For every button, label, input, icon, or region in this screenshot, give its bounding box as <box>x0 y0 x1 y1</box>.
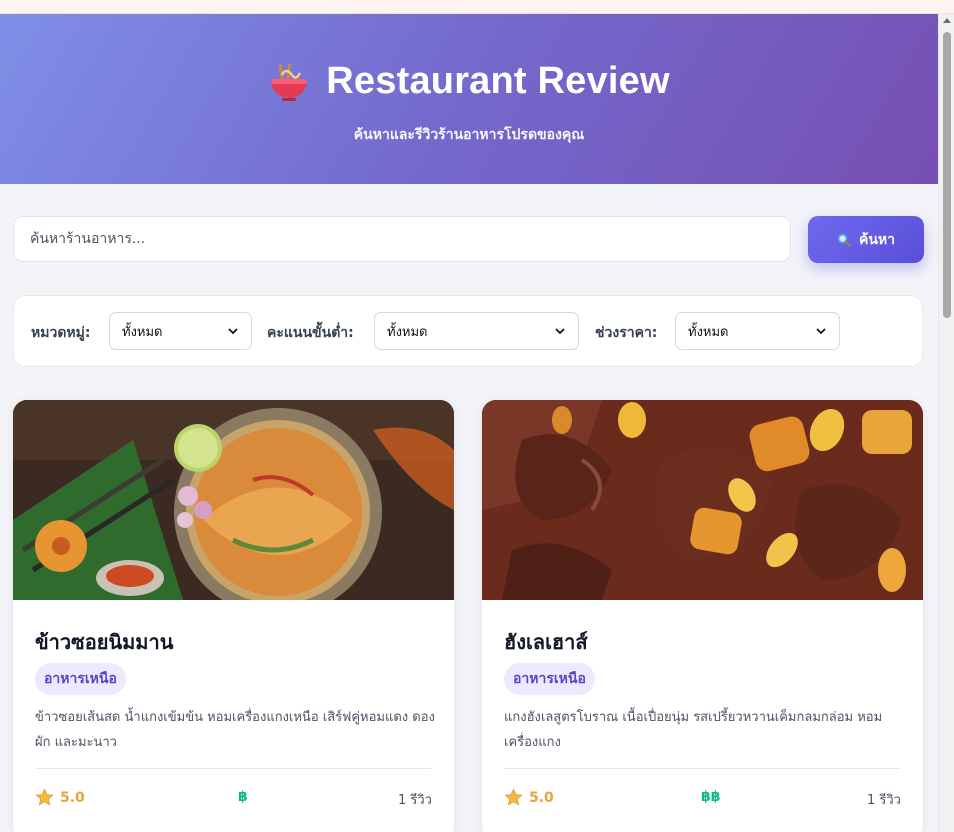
card-divider <box>504 768 900 769</box>
page-viewport: Restaurant Review ค้นหาและรีวิวร้านอาหาร… <box>0 14 938 832</box>
search-input[interactable] <box>13 216 791 262</box>
star-icon <box>504 788 523 806</box>
price-range-select-value: ทั้งหมด <box>688 324 729 340</box>
category-badge: อาหารเหนือ <box>35 663 126 695</box>
khao-soi-photo <box>13 400 454 600</box>
price-range-select[interactable]: ทั้งหมด <box>675 312 840 350</box>
min-rating-select-value: ทั้งหมด <box>387 324 428 340</box>
review-count: 1 รีวิว <box>867 793 901 808</box>
restaurant-description: ข้าวซอยเส้นสด น้ำแกงเข้มข้น หอมเครื่องแก… <box>35 710 435 750</box>
restaurant-name: ฮังเลเฮาส์ <box>504 630 588 654</box>
restaurant-card[interactable]: ฮังเลเฮาส์ อาหารเหนือ แกงฮังเลสูตรโบราณ … <box>482 400 923 832</box>
price-level: ฿฿ <box>701 789 721 805</box>
review-count: 1 รีวิว <box>398 793 432 808</box>
vertical-scrollbar[interactable] <box>938 14 954 832</box>
page-title-text: Restaurant Review <box>326 60 670 102</box>
chevron-down-icon <box>555 328 565 335</box>
magnifier-icon <box>837 233 851 247</box>
browser-top-strip <box>0 0 954 14</box>
hang-le-curry-photo <box>482 400 923 600</box>
restaurant-name: ข้าวซอยนิมมาน <box>35 630 174 654</box>
rating-value: 5.0 <box>60 789 85 806</box>
category-badge: อาหารเหนือ <box>504 663 595 695</box>
page-title: Restaurant Review <box>0 60 938 103</box>
price-range-filter-label: ช่วงราคา: <box>595 325 658 341</box>
min-rating-filter-label: คะแนนขั้นต่ำ: <box>267 325 354 341</box>
star-icon <box>35 788 54 806</box>
category-filter-label: หมวดหมู่: <box>31 325 91 341</box>
restaurant-card[interactable]: ข้าวซอยนิมมาน อาหารเหนือ ข้าวซอยเส้นสด น… <box>13 400 454 832</box>
price-level: ฿ <box>238 789 248 805</box>
filter-bar: หมวดหมู่: ทั้งหมด คะแนนขั้นต่ำ: ทั้งหมด … <box>13 295 923 367</box>
scroll-thumb[interactable] <box>943 32 951 318</box>
scroll-up-arrow-icon[interactable] <box>943 18 951 23</box>
rating: 5.0 <box>504 788 554 807</box>
card-divider <box>35 768 431 769</box>
rating: 5.0 <box>35 788 85 807</box>
chevron-down-icon <box>228 328 238 335</box>
category-select[interactable]: ทั้งหมด <box>109 312 252 350</box>
category-select-value: ทั้งหมด <box>122 324 163 340</box>
rating-value: 5.0 <box>529 789 554 806</box>
noodle-bowl-icon <box>271 62 308 101</box>
search-button-label: ค้นหา <box>858 231 896 248</box>
chevron-down-icon <box>816 328 826 335</box>
hero-header: Restaurant Review ค้นหาและรีวิวร้านอาหาร… <box>0 14 938 184</box>
min-rating-select[interactable]: ทั้งหมด <box>374 312 579 350</box>
page-subtitle: ค้นหาและรีวิวร้านอาหารโปรดของคุณ <box>353 127 585 143</box>
search-button[interactable]: ค้นหา <box>808 216 924 263</box>
restaurant-description: แกงฮังเลสูตรโบราณ เนื้อเปื่อยนุ่ม รสเปรี… <box>504 710 883 750</box>
